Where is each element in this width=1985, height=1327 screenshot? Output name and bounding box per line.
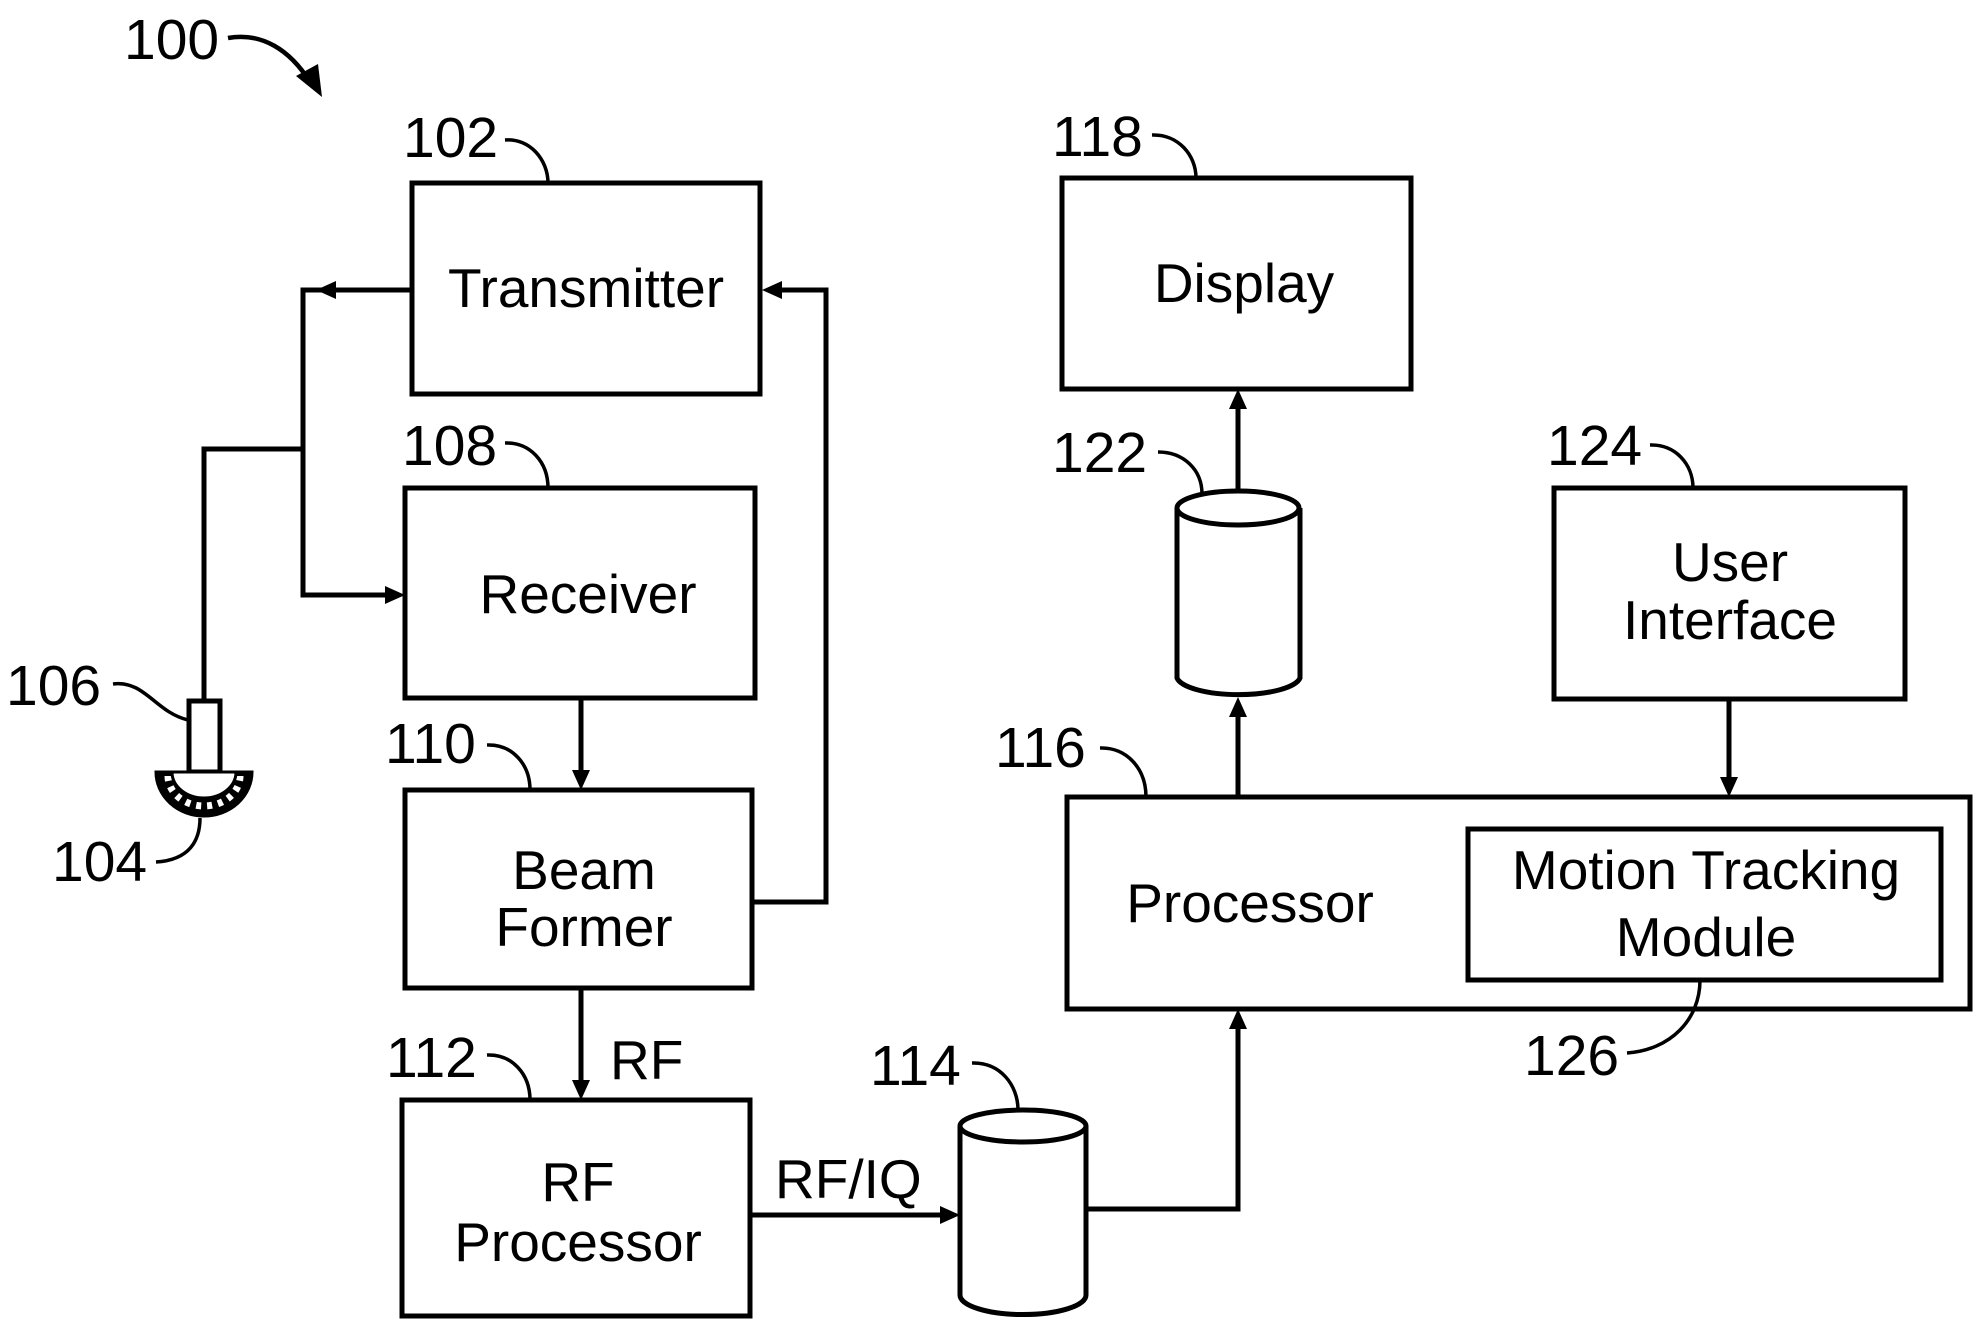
processor-label: Processor (1126, 872, 1374, 934)
beam-former-reference-label: 110 (385, 712, 476, 776)
receiver-label: Receiver (479, 563, 696, 625)
image-buffer-input-arrowhead-icon (1229, 697, 1247, 717)
transmitter-to-probe-wire (300, 287, 412, 598)
buffer-input-arrowhead-icon (940, 1206, 960, 1224)
transmitter-reference-label: 102 (403, 106, 498, 170)
motion-tracking-module-label-line1: Motion Tracking (1512, 839, 1900, 901)
probe-cable (201, 446, 303, 701)
processor-ui-input-arrowhead-icon (1720, 777, 1738, 797)
rf-iq-buffer-reference-label: 114 (870, 1034, 961, 1098)
user-interface-label-line2: Interface (1623, 589, 1837, 651)
bus-arrowhead-icon (316, 281, 336, 299)
image-buffer-reference-label: 122 (1052, 421, 1147, 485)
probe-leader-line (112, 682, 189, 722)
display-leader-line (1151, 133, 1198, 179)
receiver-reference-label: 108 (402, 414, 497, 478)
rf-signal-label: RF (610, 1029, 683, 1091)
motion-tracking-module-reference-label: 126 (1524, 1024, 1619, 1088)
transmitter-label: Transmitter (448, 257, 724, 319)
rf-processor-leader-line (486, 1053, 532, 1101)
user-interface-reference-label: 124 (1547, 414, 1642, 478)
ultrasound-system-block-diagram: 100 102 Transmitter 108 Receiver 110 Bea… (6, 8, 1973, 1319)
rf-iq-buffer-leader-line (971, 1061, 1020, 1111)
motion-tracking-module-label-line2: Module (1616, 906, 1796, 968)
image-buffer-cylinder[interactable] (1174, 488, 1303, 698)
transducer-elements-reference-label: 104 (52, 830, 147, 894)
rf-processor-label-line1: RF (541, 1151, 614, 1213)
rf-iq-buffer-cylinder[interactable] (957, 1107, 1089, 1318)
beam-former-label-line2: Former (495, 896, 672, 958)
receiver-leader-line (504, 441, 550, 489)
transmitter-input-arrowhead-icon (762, 281, 782, 299)
figure-reference-label: 100 (124, 8, 219, 72)
transmitter-leader-line (504, 138, 550, 184)
probe-reference-label: 106 (6, 654, 101, 718)
transducer-elements-leader-line (155, 817, 202, 864)
display-input-arrowhead-icon (1229, 389, 1247, 409)
processor-leader-line (1099, 746, 1148, 798)
processor-reference-label: 116 (995, 716, 1086, 780)
image-buffer-leader-line (1157, 450, 1204, 495)
rf-processor-reference-label: 112 (386, 1026, 477, 1090)
display-reference-label: 118 (1052, 105, 1143, 169)
receiver-input-arrowhead-icon (385, 586, 405, 604)
beam-former-leader-line (486, 743, 532, 791)
buffer-to-processor-wire (1086, 1024, 1241, 1212)
beam-former-label-line1: Beam (512, 839, 656, 901)
beamformer-input-arrowhead-icon (572, 770, 590, 790)
processor-input-arrowhead-icon (1229, 1009, 1247, 1029)
display-label: Display (1154, 252, 1335, 314)
rf-processor-input-arrowhead-icon (572, 1080, 590, 1100)
probe-icon[interactable] (154, 698, 254, 818)
rf-processor-label-line2: Processor (454, 1211, 702, 1273)
rf-iq-signal-label: RF/IQ (775, 1148, 922, 1210)
beamformer-to-transmitter-feedback-wire (752, 287, 829, 905)
user-interface-label-line1: User (1672, 531, 1788, 593)
user-interface-leader-line (1649, 443, 1695, 489)
